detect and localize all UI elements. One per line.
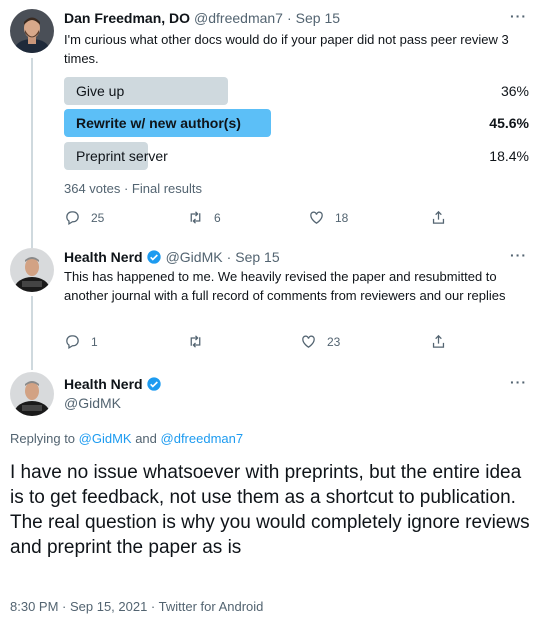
tweet-date[interactable]: Sep 15	[235, 249, 279, 265]
retweet-icon	[190, 211, 201, 224]
poll-option: Give up 36%	[64, 77, 529, 105]
like-button[interactable]: 23	[300, 333, 340, 350]
avatar[interactable]	[10, 372, 54, 416]
separator-dot: ·	[286, 10, 292, 26]
more-icon[interactable]: ···	[510, 8, 527, 24]
thread-connector	[31, 58, 33, 248]
share-icon	[432, 334, 445, 348]
poll-option-label: Preprint server	[76, 148, 168, 164]
tweet-header: Health Nerd	[64, 376, 162, 392]
retweet-count: 6	[214, 210, 221, 225]
like-icon	[302, 335, 315, 348]
share-button[interactable]	[430, 209, 447, 226]
tweet-timestamp[interactable]: 8:30 PM · Sep 15, 2021 · Twitter for And…	[10, 599, 263, 614]
tweet-text: I have no issue whatsoever with preprint…	[10, 462, 530, 558]
tweet-date[interactable]: Sep 15	[296, 10, 340, 26]
thread-connector	[31, 296, 33, 370]
poll-option-winner: Rewrite w/ new author(s) 45.6%	[64, 109, 529, 137]
reply-icon	[66, 211, 79, 226]
tweet-header-handle: @GidMK	[64, 395, 121, 411]
like-count: 18	[335, 210, 349, 225]
reply-button[interactable]: 1	[64, 333, 98, 350]
verified-badge-icon	[146, 250, 161, 264]
replying-to: Replying to @GidMK and @dfreedman7	[10, 431, 243, 446]
poll-option-label: Rewrite w/ new author(s)	[76, 115, 241, 131]
more-icon[interactable]: ···	[510, 374, 527, 390]
reply-count: 1	[91, 334, 98, 349]
poll-option-label: Give up	[76, 83, 125, 99]
avatar[interactable]	[10, 9, 54, 53]
poll-option-percent: 45.6%	[489, 115, 529, 131]
avatar[interactable]	[10, 248, 54, 292]
share-button[interactable]	[430, 333, 447, 350]
separator-dot: ·	[226, 249, 232, 265]
reply-count: 25	[91, 210, 105, 225]
like-button[interactable]: 18	[308, 209, 348, 226]
mention-link[interactable]: @GidMK	[79, 431, 132, 446]
author-name[interactable]: Dan Freedman, DO	[64, 10, 190, 26]
poll-option: Preprint server 18.4%	[64, 142, 529, 170]
replying-to-and: and	[131, 431, 161, 446]
verified-badge-icon	[146, 377, 161, 391]
poll-summary: 364 votes · Final results	[64, 181, 203, 196]
poll-option-percent: 18.4%	[489, 148, 529, 164]
share-icon	[432, 210, 445, 224]
reply-button[interactable]: 25	[64, 209, 104, 226]
mention-link[interactable]: @dfreedman7	[161, 431, 244, 446]
author-handle[interactable]: @GidMK	[166, 249, 223, 265]
retweet-button[interactable]: 6	[187, 209, 221, 226]
replying-to-label: Replying to	[10, 431, 79, 446]
author-name[interactable]: Health Nerd	[64, 249, 143, 265]
more-icon[interactable]: ···	[510, 247, 527, 263]
tweet-header: Health Nerd @GidMK · Sep 15	[64, 249, 280, 265]
tweet-actions: 25 6 18	[64, 209, 464, 229]
like-icon	[310, 211, 323, 224]
retweet-button[interactable]	[187, 333, 214, 350]
author-name[interactable]: Health Nerd	[64, 376, 143, 392]
tweet-text: This has happened to me. We heavily revi…	[64, 269, 506, 303]
tweet-text: I'm curious what other docs would do if …	[64, 32, 509, 66]
tweet-actions: 1 23	[64, 333, 464, 353]
like-count: 23	[327, 334, 341, 349]
author-handle[interactable]: @dfreedman7	[194, 10, 283, 26]
reply-icon	[66, 335, 79, 350]
author-handle[interactable]: @GidMK	[64, 395, 121, 411]
poll-option-percent: 36%	[500, 83, 529, 99]
retweet-icon	[190, 335, 201, 348]
tweet-header: Dan Freedman, DO @dfreedman7 · Sep 15	[64, 10, 340, 26]
